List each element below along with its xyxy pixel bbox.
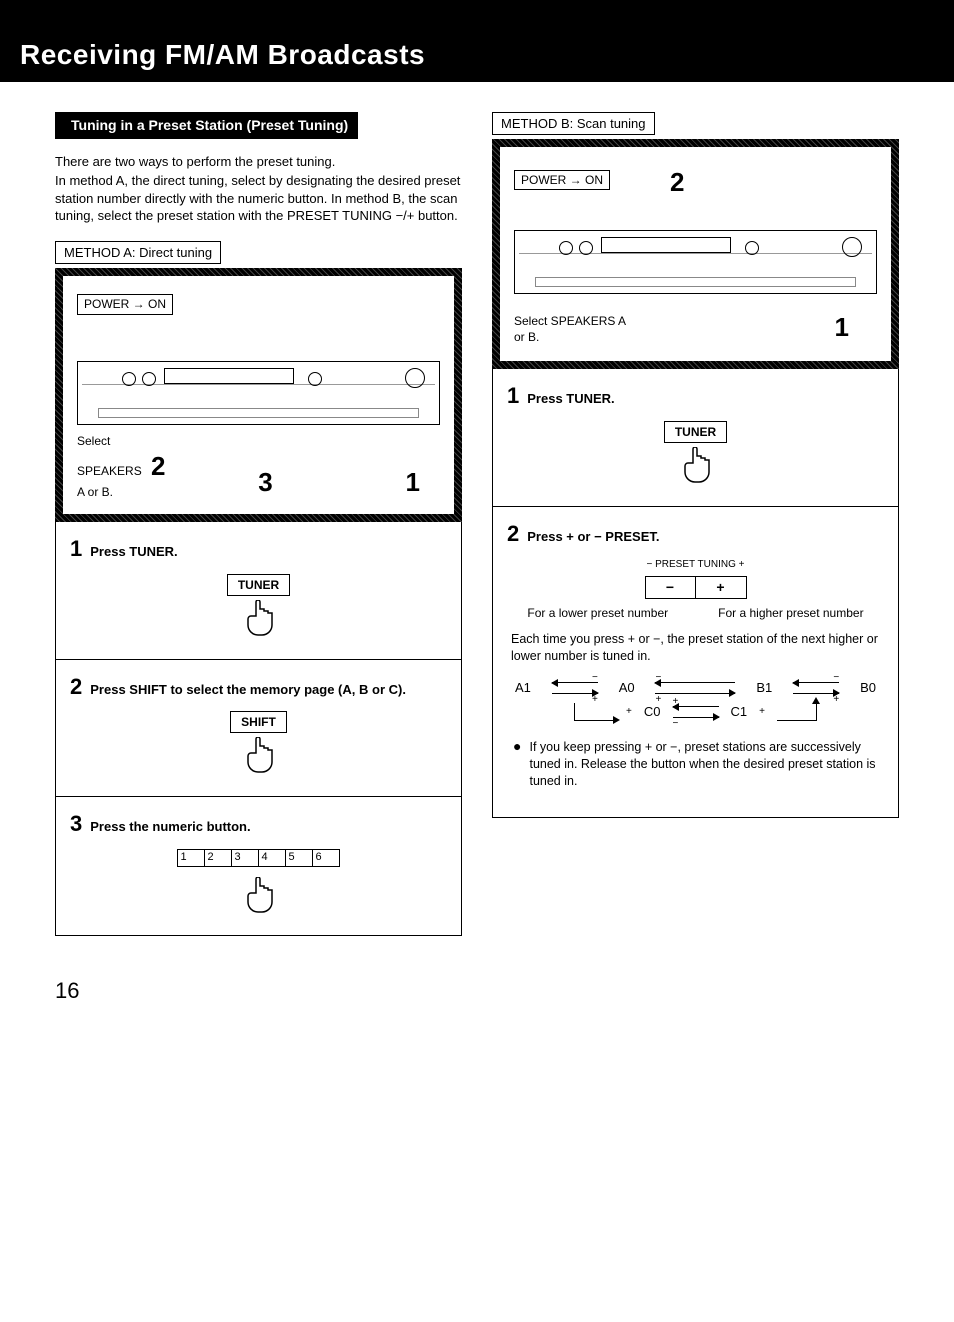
bidirectional-arrow-icon: − +	[552, 679, 598, 697]
two-column-content: Tuning in a Preset Station (Preset Tunin…	[0, 82, 954, 956]
step-a1-text: Press TUNER.	[90, 543, 177, 561]
num-6: 6	[312, 849, 340, 867]
bidirectional-arrow-icon: + −	[673, 703, 719, 721]
step-a2: 2 Press SHIFT to select the memory page …	[56, 659, 461, 796]
step-a1-num: 1	[70, 534, 82, 564]
minus-sign: −	[833, 671, 839, 685]
step-b1: 1 Press TUNER. TUNER	[493, 369, 898, 505]
step-a3-text: Press the numeric button.	[90, 818, 250, 836]
power-on-box: POWER → ON	[514, 170, 610, 190]
step-b2-num: 2	[507, 519, 519, 549]
callout-1: 1	[835, 310, 849, 345]
select-line3: A or B.	[77, 484, 166, 500]
step-b2: 2 Press + or − PRESET. − PRESET TUNING +…	[493, 506, 898, 818]
plus-sign: +	[673, 695, 679, 709]
cycle-a0: A0	[619, 679, 635, 697]
select-line1: Select	[77, 433, 166, 449]
minus-sign: −	[655, 671, 661, 685]
bullet-icon: ●	[513, 739, 521, 790]
cycle-c1: C1	[731, 703, 748, 721]
plus-sign: +	[655, 693, 661, 707]
right-column: METHOD B: Scan tuning POWER → ON 2 Selec…	[492, 112, 899, 936]
step-b1-text: Press TUNER.	[527, 390, 614, 408]
plus-sign: +	[626, 705, 632, 719]
intro-line-1: There are two ways to perform the preset…	[55, 153, 462, 171]
finger-press-icon	[242, 600, 276, 638]
method-a-label: METHOD A: Direct tuning	[55, 241, 221, 265]
finger-press-icon	[679, 447, 713, 485]
plus-sign: +	[833, 693, 839, 707]
step-a2-text: Press SHIFT to select the memory page (A…	[90, 681, 406, 699]
intro-line-2: In method A, the direct tuning, select b…	[55, 172, 462, 225]
callout-2: 2	[151, 451, 165, 481]
preset-cycle-diagram: A1 − + A0 − + B1	[507, 679, 884, 733]
page-number: 16	[0, 956, 954, 1036]
receiver-illustration	[77, 361, 440, 425]
power-on-box: POWER → ON	[77, 294, 173, 314]
select-speakers-label: Select SPEAKERS A or B.	[514, 313, 634, 345]
step-b2-body: Each time you press + or −, the preset s…	[511, 631, 880, 665]
lower-preset-label: For a lower preset number	[527, 605, 668, 621]
finger-press-icon	[242, 737, 276, 775]
step-a1: 1 Press TUNER. TUNER	[56, 522, 461, 658]
page-title: Receiving FM/AM Broadcasts	[0, 30, 954, 82]
callout-2: 2	[670, 165, 684, 200]
bidirectional-arrow-icon: − +	[655, 679, 735, 697]
method-b-steps: 1 Press TUNER. TUNER 2 Press + or − PRES…	[492, 369, 899, 818]
num-4: 4	[258, 849, 286, 867]
finger-press-icon	[242, 877, 276, 915]
intro-paragraph: There are two ways to perform the preset…	[55, 153, 462, 225]
num-1: 1	[177, 849, 205, 867]
num-3: 3	[231, 849, 259, 867]
cycle-a1: A1	[515, 679, 531, 697]
method-a-diagram: POWER → ON Select SPEAKERS 2 A or B.	[55, 268, 462, 522]
cycle-b1: B1	[756, 679, 772, 697]
select-speakers-label: Select SPEAKERS 2 A or B.	[77, 433, 166, 500]
step-a3: 3 Press the numeric button. 1 2 3 4 5 6	[56, 796, 461, 935]
top-black-bar	[0, 0, 954, 30]
step-a3-num: 3	[70, 809, 82, 839]
cycle-b0: B0	[860, 679, 876, 697]
shift-button: SHIFT	[230, 711, 287, 733]
section-heading: Tuning in a Preset Station (Preset Tunin…	[55, 112, 358, 139]
plus-sign: +	[759, 705, 765, 719]
step-b2-note: ● If you keep pressing + or −, preset st…	[507, 733, 884, 802]
higher-preset-label: For a higher preset number	[718, 605, 863, 621]
minus-sign: −	[592, 671, 598, 685]
method-a-steps: 1 Press TUNER. TUNER 2 Press SHIFT to se…	[55, 522, 462, 936]
callout-3: 3	[258, 465, 272, 500]
preset-tuning-caption: − PRESET TUNING +	[507, 558, 884, 572]
tuner-button: TUNER	[664, 421, 727, 443]
numeric-button-row: 1 2 3 4 5 6	[70, 849, 447, 867]
step-a2-num: 2	[70, 672, 82, 702]
step-b2-text: Press + or − PRESET.	[527, 528, 659, 546]
preset-minus: −	[646, 577, 696, 598]
callout-1: 1	[406, 465, 420, 500]
preset-plus: +	[696, 577, 746, 598]
method-b-diagram: POWER → ON 2 Select SPEAKERS A or B. 1	[492, 139, 899, 369]
tuner-button: TUNER	[227, 574, 290, 596]
left-column: Tuning in a Preset Station (Preset Tunin…	[55, 112, 462, 936]
preset-tuning-buttons: − +	[645, 576, 747, 599]
note-text: If you keep pressing + or −, preset stat…	[529, 739, 878, 790]
num-2: 2	[204, 849, 232, 867]
receiver-illustration	[514, 230, 877, 294]
step-b1-num: 1	[507, 381, 519, 411]
method-b-label: METHOD B: Scan tuning	[492, 112, 655, 136]
minus-sign: −	[673, 717, 679, 731]
num-5: 5	[285, 849, 313, 867]
select-line2: SPEAKERS	[77, 464, 142, 478]
bidirectional-arrow-icon: − +	[793, 679, 839, 697]
